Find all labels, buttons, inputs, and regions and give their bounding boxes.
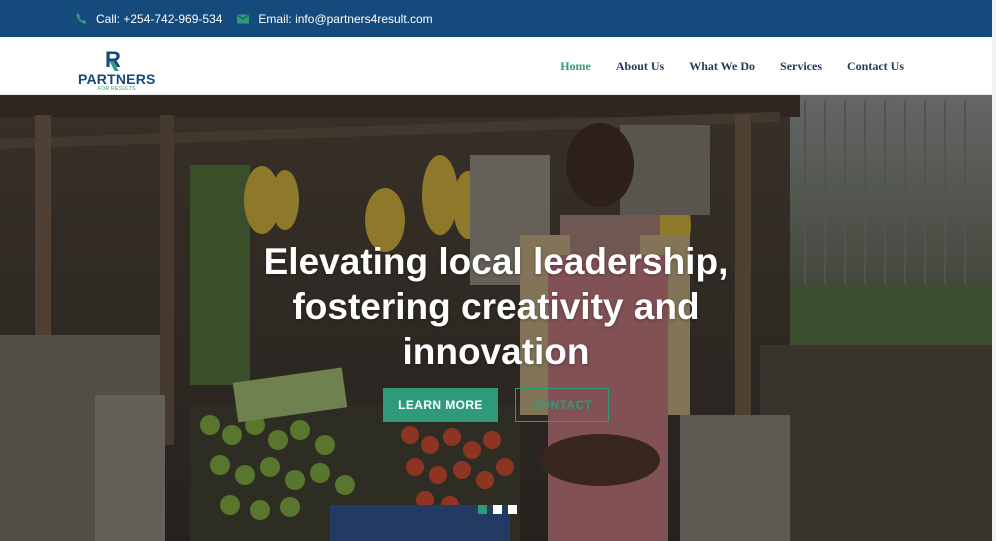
phone-icon xyxy=(76,13,87,24)
main-nav: Home About Us What We Do Services Contac… xyxy=(535,37,904,95)
headline-line-3: innovation xyxy=(402,331,590,372)
nav-home[interactable]: Home xyxy=(560,59,591,74)
learn-more-button[interactable]: LEARN MORE xyxy=(383,388,498,422)
contact-bar: Call: +254-742-969-534 Email: info@partn… xyxy=(0,0,992,37)
site-header: R PARTNERS FOR RESULTS Home About Us Wha… xyxy=(0,37,992,95)
logo-name: PARTNERS xyxy=(78,71,156,87)
email-contact[interactable]: Email: info@partners4result.com xyxy=(237,11,433,26)
hero-slider: Elevating local leadership, fostering cr… xyxy=(0,95,992,541)
nav-about-us[interactable]: About Us xyxy=(616,59,664,74)
slider-dot-1[interactable] xyxy=(478,505,487,514)
contact-button[interactable]: CONTACT xyxy=(515,388,609,422)
slider-dots xyxy=(478,505,523,514)
slider-dot-2[interactable] xyxy=(493,505,502,514)
email-text: Email: info@partners4result.com xyxy=(258,11,433,26)
scrollbar[interactable] xyxy=(992,0,996,541)
slider-dot-3[interactable] xyxy=(508,505,517,514)
envelope-icon xyxy=(237,14,250,24)
hero-headline: Elevating local leadership, fostering cr… xyxy=(0,239,992,374)
headline-line-1: Elevating local leadership, xyxy=(263,241,729,282)
phone-text: Call: +254-742-969-534 xyxy=(96,11,223,26)
nav-what-we-do[interactable]: What We Do xyxy=(689,59,755,74)
logo-mark: R xyxy=(105,49,123,71)
logo-tagline: FOR RESULTS xyxy=(98,86,136,92)
headline-line-2: fostering creativity and xyxy=(292,286,700,327)
logo[interactable]: R PARTNERS FOR RESULTS xyxy=(78,49,158,93)
nav-services[interactable]: Services xyxy=(780,59,822,74)
nav-contact-us[interactable]: Contact Us xyxy=(847,59,904,74)
phone-contact[interactable]: Call: +254-742-969-534 xyxy=(76,12,222,26)
